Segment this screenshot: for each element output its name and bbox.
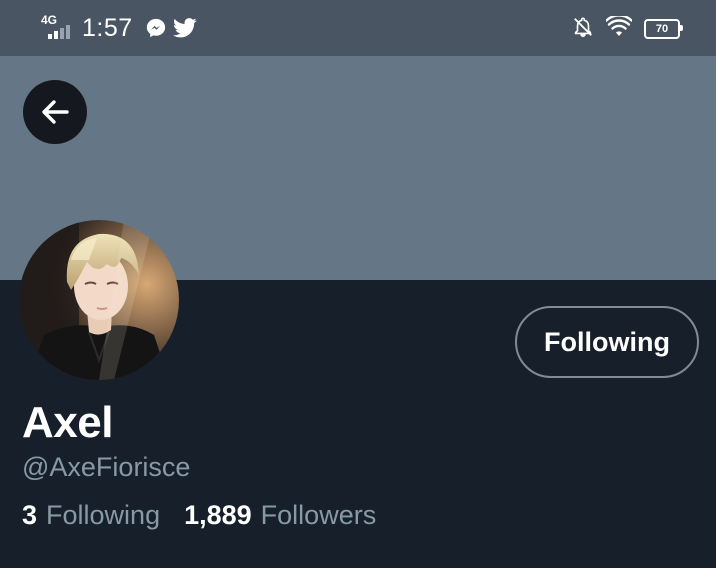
back-button[interactable]	[23, 80, 87, 144]
battery-level: 70	[655, 22, 669, 35]
clock: 1:57	[82, 13, 133, 42]
following-button[interactable]: Following	[515, 306, 699, 378]
bell-off-icon	[572, 15, 594, 44]
following-count: 3	[22, 500, 38, 530]
messenger-icon	[145, 17, 167, 39]
followers-label: Followers	[260, 500, 377, 530]
profile-handle: @AxeFiorisce	[22, 452, 191, 482]
profile-stats: 3 Following 1,889 Followers	[22, 500, 376, 531]
followers-stat-link[interactable]: 1,889 Followers	[184, 500, 376, 531]
status-bar-left: 4G 1:57	[40, 12, 203, 44]
status-bar-right: 70	[572, 13, 683, 44]
avatar[interactable]	[19, 220, 179, 380]
twitter-icon	[172, 17, 197, 39]
profile-name: Axel	[22, 398, 113, 447]
profile-screen: 4G 1:57 70 Following Axel @AxeFiorisce 3…	[0, 0, 716, 568]
cellular-signal-icon: 4G	[40, 13, 76, 43]
following-stat-link[interactable]: 3 Following	[22, 500, 160, 531]
wifi-icon	[605, 13, 633, 43]
followers-count: 1,889	[184, 500, 252, 530]
status-bar: 4G 1:57 70	[0, 0, 716, 56]
following-label: Following	[46, 500, 161, 530]
battery-icon: 70	[644, 19, 683, 39]
arrow-left-icon	[42, 100, 69, 124]
